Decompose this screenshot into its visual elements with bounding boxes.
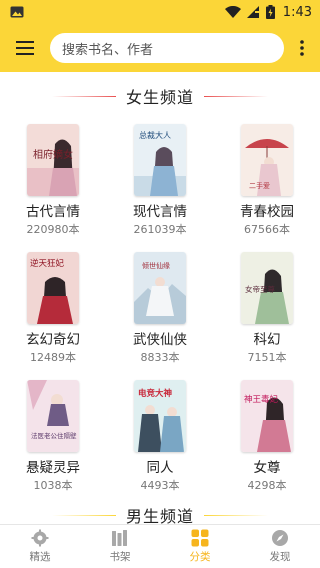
tab-featured[interactable]: 精选: [0, 525, 80, 568]
category-name: 青春校园: [240, 204, 294, 220]
cover-art: 逆天狂妃: [27, 252, 79, 324]
section-divider: [204, 95, 268, 97]
book-cover: 逆天狂妃: [27, 252, 79, 324]
wifi-icon: [224, 6, 241, 18]
tab-label: 书架: [109, 551, 131, 563]
category-name: 女尊: [253, 460, 281, 476]
svg-text:二手爱: 二手爱: [249, 181, 270, 190]
cover-art: 相府嫡女: [27, 124, 79, 196]
tab-label: 分类: [189, 551, 211, 563]
book-cover: 倾世仙缘: [134, 252, 186, 324]
section-header-female: 女生频道: [0, 84, 320, 108]
book-cover: 法医老公住隔壁: [27, 380, 79, 452]
category-mystery[interactable]: 法医老公住隔壁 悬疑灵异 1038本: [0, 374, 106, 502]
book-cover: 女帝至尊: [241, 252, 293, 324]
status-time: 1:43: [282, 4, 312, 20]
book-cover: 神王毒妃: [241, 380, 293, 452]
signal-icon: [246, 6, 259, 18]
tab-bookshelf[interactable]: 书架: [80, 525, 160, 568]
category-modern-romance[interactable]: 总裁大人 现代言情 261039本: [107, 118, 213, 246]
category-ancient-romance[interactable]: 相府嫡女 古代言情 220980本: [0, 118, 106, 246]
book-cover: 电竞大神: [134, 380, 186, 452]
gallery-notification-icon: [10, 6, 24, 18]
category-count: 7151本: [247, 351, 287, 364]
svg-text:电竞大神: 电竞大神: [138, 388, 173, 399]
more-vertical-icon: [300, 40, 304, 56]
book-cover: 二手爱: [241, 124, 293, 196]
book-cover: 相府嫡女: [27, 124, 79, 196]
category-fantasy[interactable]: 逆天狂妃 玄幻奇幻 12489本: [0, 246, 106, 374]
category-female-dominance[interactable]: 神王毒妃 女尊 4298本: [214, 374, 320, 502]
compass-icon: [272, 530, 288, 546]
status-bar: 1:43: [0, 0, 320, 24]
cover-art: 神王毒妃: [241, 380, 293, 452]
category-count: 220980本: [26, 223, 80, 236]
category-name: 同人: [146, 460, 174, 476]
category-count: 1038本: [33, 479, 73, 492]
app-header: 搜索书名、作者: [0, 24, 320, 72]
category-name: 玄幻奇幻: [26, 332, 80, 348]
category-count: 4298本: [247, 479, 287, 492]
category-count: 12489本: [30, 351, 76, 364]
book-cover: 总裁大人: [134, 124, 186, 196]
more-options-button[interactable]: [284, 24, 320, 72]
category-count: 8833本: [140, 351, 180, 364]
grid-icon: [191, 529, 209, 547]
category-name: 古代言情: [26, 204, 80, 220]
category-name: 武侠仙侠: [133, 332, 187, 348]
category-name: 现代言情: [133, 204, 187, 220]
category-count: 4493本: [140, 479, 180, 492]
tab-discover[interactable]: 发现: [240, 525, 320, 568]
search-input[interactable]: 搜索书名、作者: [50, 33, 284, 63]
category-name: 科幻: [253, 332, 281, 348]
cover-art: 女帝至尊: [241, 252, 293, 324]
cover-art: 二手爱: [241, 124, 293, 196]
svg-text:倾世仙缘: 倾世仙缘: [142, 261, 170, 270]
section-divider: [204, 514, 268, 516]
cover-art: 电竞大神: [134, 380, 186, 452]
hamburger-menu-icon: [16, 41, 34, 55]
tab-label: 精选: [29, 551, 51, 563]
svg-text:法医老公住隔壁: 法医老公住隔壁: [31, 431, 77, 440]
category-count: 261039本: [133, 223, 187, 236]
gear-icon: [31, 529, 49, 547]
category-name: 悬疑灵异: [26, 460, 80, 476]
section-divider: [51, 514, 116, 516]
cover-art: 倾世仙缘: [134, 252, 186, 324]
category-wuxia[interactable]: 倾世仙缘 武侠仙侠 8833本: [107, 246, 213, 374]
bookshelf-icon: [112, 530, 127, 546]
battery-icon: [265, 5, 275, 19]
tab-categories[interactable]: 分类: [160, 525, 240, 568]
section-divider: [51, 95, 116, 97]
svg-text:相府嫡女: 相府嫡女: [33, 148, 73, 161]
svg-text:总裁大人: 总裁大人: [139, 130, 171, 140]
svg-text:女帝至尊: 女帝至尊: [245, 284, 275, 294]
svg-text:神王毒妃: 神王毒妃: [244, 394, 279, 405]
tab-label: 发现: [269, 551, 291, 563]
cover-art: 总裁大人: [134, 124, 186, 196]
bottom-navigation: 精选 书架 分类 发现: [0, 524, 320, 568]
section-title: 女生频道: [125, 88, 194, 107]
category-campus[interactable]: 二手爱 青春校园 67566本: [214, 118, 320, 246]
category-fanfiction[interactable]: 电竞大神 同人 4493本: [107, 374, 213, 502]
svg-text:逆天狂妃: 逆天狂妃: [30, 258, 65, 269]
cover-art: 法医老公住隔壁: [27, 380, 79, 452]
category-scifi[interactable]: 女帝至尊 科幻 7151本: [214, 246, 320, 374]
menu-button[interactable]: [0, 24, 50, 72]
category-count: 67566本: [244, 223, 290, 236]
search-placeholder: 搜索书名、作者: [62, 42, 154, 58]
